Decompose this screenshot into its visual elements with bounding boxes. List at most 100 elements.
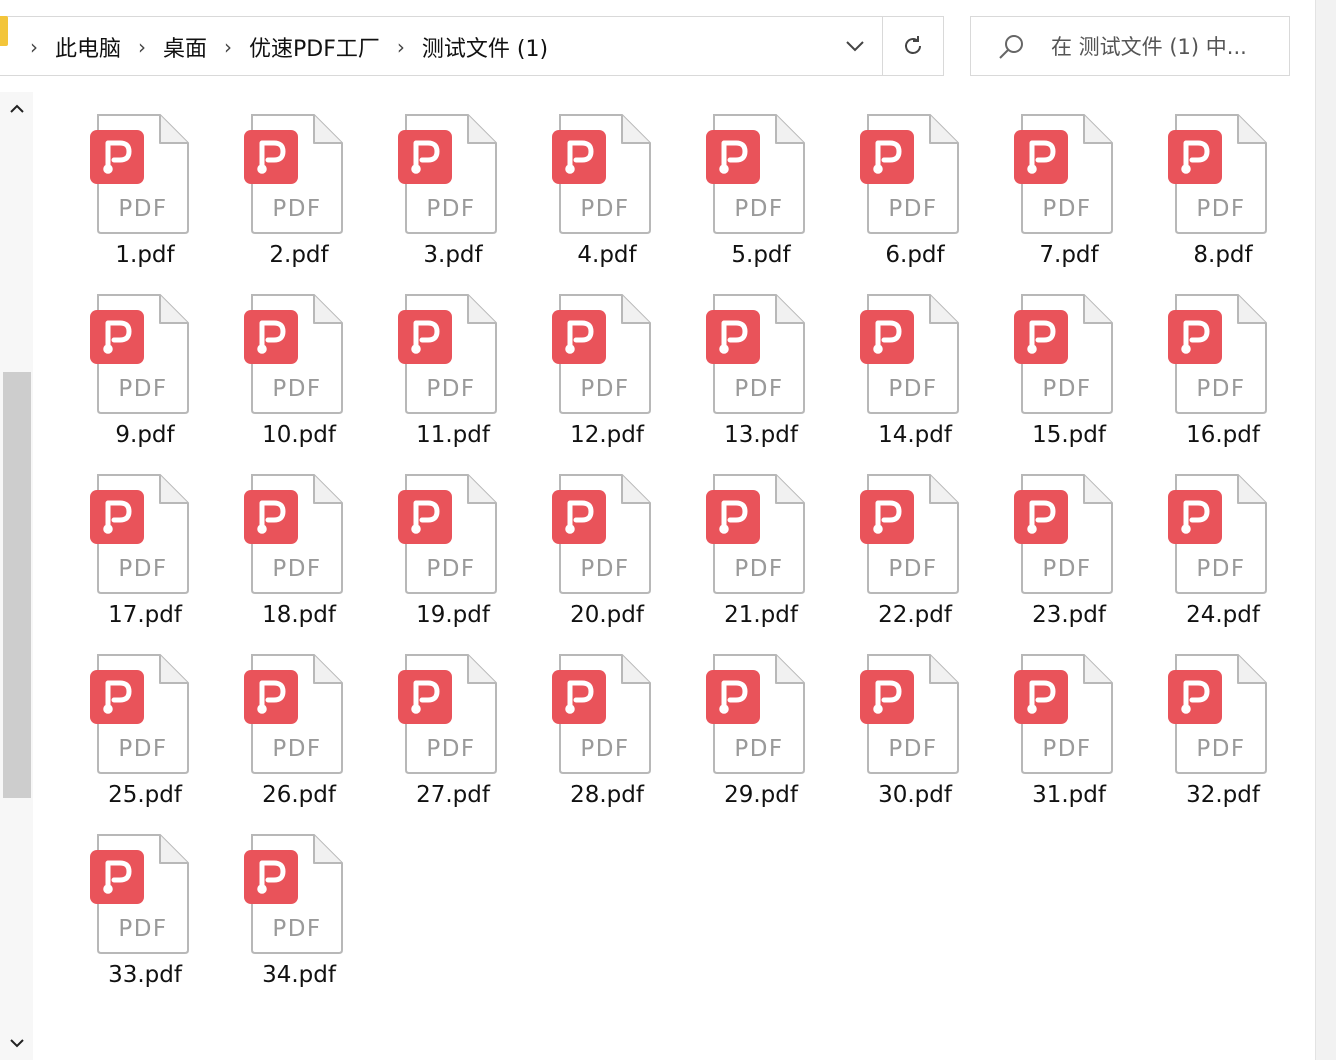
pdf-file-icon: PDF — [552, 294, 651, 414]
file-item-33[interactable]: PDF 33.pdf — [68, 828, 222, 1008]
file-item-25[interactable]: PDF 25.pdf — [68, 648, 222, 828]
file-item-10[interactable]: PDF 10.pdf — [222, 288, 376, 468]
file-item-5[interactable]: PDF 5.pdf — [684, 108, 838, 288]
file-item-13[interactable]: PDF 13.pdf — [684, 288, 838, 468]
pdf-file-icon: PDF — [860, 294, 959, 414]
pdf-badge-label: PDF — [118, 556, 167, 582]
pdf-badge-label: PDF — [1042, 376, 1091, 402]
file-item-8[interactable]: PDF 8.pdf — [1146, 108, 1300, 288]
file-item-22[interactable]: PDF 22.pdf — [838, 468, 992, 648]
pdf-file-icon: PDF — [552, 654, 651, 774]
file-name: 17.pdf — [108, 602, 182, 628]
file-item-6[interactable]: PDF 6.pdf — [838, 108, 992, 288]
scroll-up-button[interactable] — [0, 92, 33, 126]
pdf-badge-label: PDF — [426, 376, 475, 402]
file-item-23[interactable]: PDF 23.pdf — [992, 468, 1146, 648]
file-name: 13.pdf — [724, 422, 798, 448]
file-name: 11.pdf — [416, 422, 490, 448]
file-item-15[interactable]: PDF 15.pdf — [992, 288, 1146, 468]
file-name: 7.pdf — [1039, 242, 1099, 268]
address-history-dropdown-button[interactable] — [829, 17, 881, 75]
file-name: 3.pdf — [423, 242, 483, 268]
file-name: 33.pdf — [108, 962, 182, 988]
scroll-down-button[interactable] — [0, 1026, 33, 1060]
pdf-file-icon: PDF — [244, 474, 343, 594]
pdf-badge-label: PDF — [580, 196, 629, 222]
file-item-2[interactable]: PDF 2.pdf — [222, 108, 376, 288]
breadcrumb-test-folder[interactable]: 测试文件 (1) — [416, 31, 554, 63]
pdf-file-icon: PDF — [552, 114, 651, 234]
navigation-bar: › 此电脑 › 桌面 › 优速PDF工厂 › 测试文件 (1) 在 测试文件 ( — [0, 0, 1336, 92]
file-item-27[interactable]: PDF 27.pdf — [376, 648, 530, 828]
file-item-30[interactable]: PDF 30.pdf — [838, 648, 992, 828]
file-item-3[interactable]: PDF 3.pdf — [376, 108, 530, 288]
pdf-badge-label: PDF — [1196, 196, 1245, 222]
pdf-file-icon: PDF — [244, 654, 343, 774]
chevron-right-icon[interactable]: › — [19, 35, 49, 59]
pdf-badge-label: PDF — [734, 556, 783, 582]
pdf-file-icon: PDF — [1014, 114, 1113, 234]
pdf-badge-label: PDF — [118, 196, 167, 222]
file-item-21[interactable]: PDF 21.pdf — [684, 468, 838, 648]
chevron-right-icon[interactable]: › — [386, 35, 416, 59]
file-item-9[interactable]: PDF 9.pdf — [68, 288, 222, 468]
pdf-file-icon: PDF — [398, 294, 497, 414]
pdf-file-icon: PDF — [90, 474, 189, 594]
file-name: 12.pdf — [570, 422, 644, 448]
pdf-file-icon: PDF — [398, 114, 497, 234]
pdf-badge-label: PDF — [580, 376, 629, 402]
pdf-badge-label: PDF — [1196, 376, 1245, 402]
file-name: 6.pdf — [885, 242, 945, 268]
refresh-button[interactable] — [882, 17, 943, 75]
pdf-file-icon: PDF — [860, 474, 959, 594]
file-item-24[interactable]: PDF 24.pdf — [1146, 468, 1300, 648]
breadcrumb-this-pc[interactable]: 此电脑 — [49, 31, 127, 63]
file-name: 4.pdf — [577, 242, 637, 268]
file-name: 30.pdf — [878, 782, 952, 808]
pdf-file-icon: PDF — [244, 294, 343, 414]
file-item-20[interactable]: PDF 20.pdf — [530, 468, 684, 648]
file-item-11[interactable]: PDF 11.pdf — [376, 288, 530, 468]
vertical-scrollbar[interactable] — [0, 92, 33, 1060]
file-item-19[interactable]: PDF 19.pdf — [376, 468, 530, 648]
scrollbar-thumb[interactable] — [3, 372, 31, 798]
file-item-17[interactable]: PDF 17.pdf — [68, 468, 222, 648]
file-item-29[interactable]: PDF 29.pdf — [684, 648, 838, 828]
file-item-31[interactable]: PDF 31.pdf — [992, 648, 1146, 828]
file-name: 32.pdf — [1186, 782, 1260, 808]
pdf-badge-label: PDF — [272, 556, 321, 582]
file-item-18[interactable]: PDF 18.pdf — [222, 468, 376, 648]
file-item-16[interactable]: PDF 16.pdf — [1146, 288, 1300, 468]
breadcrumb-desktop[interactable]: 桌面 — [157, 31, 213, 63]
file-item-34[interactable]: PDF 34.pdf — [222, 828, 376, 1008]
pdf-file-icon: PDF — [244, 834, 343, 954]
pdf-badge-label: PDF — [734, 736, 783, 762]
chevron-right-icon[interactable]: › — [213, 35, 243, 59]
search-placeholder[interactable]: 在 测试文件 (1) 中... — [1051, 31, 1247, 61]
chevron-down-icon — [846, 41, 864, 52]
file-name: 26.pdf — [262, 782, 336, 808]
file-name: 29.pdf — [724, 782, 798, 808]
file-item-26[interactable]: PDF 26.pdf — [222, 648, 376, 828]
address-bar[interactable]: › 此电脑 › 桌面 › 优速PDF工厂 › 测试文件 (1) — [0, 16, 944, 76]
file-name: 10.pdf — [262, 422, 336, 448]
breadcrumb-app-folder[interactable]: 优速PDF工厂 — [243, 31, 386, 63]
file-item-14[interactable]: PDF 14.pdf — [838, 288, 992, 468]
scroll-up-icon — [9, 104, 24, 113]
file-name: 23.pdf — [1032, 602, 1106, 628]
chevron-right-icon[interactable]: › — [127, 35, 157, 59]
file-name: 24.pdf — [1186, 602, 1260, 628]
pdf-file-icon: PDF — [1168, 114, 1267, 234]
file-name: 25.pdf — [108, 782, 182, 808]
file-name: 20.pdf — [570, 602, 644, 628]
file-item-32[interactable]: PDF 32.pdf — [1146, 648, 1300, 828]
file-item-28[interactable]: PDF 28.pdf — [530, 648, 684, 828]
pdf-badge-label: PDF — [888, 376, 937, 402]
file-item-12[interactable]: PDF 12.pdf — [530, 288, 684, 468]
pdf-badge-label: PDF — [426, 736, 475, 762]
file-item-7[interactable]: PDF 7.pdf — [992, 108, 1146, 288]
pdf-file-icon: PDF — [706, 654, 805, 774]
file-item-1[interactable]: PDF 1.pdf — [68, 108, 222, 288]
file-item-4[interactable]: PDF 4.pdf — [530, 108, 684, 288]
search-box[interactable]: 在 测试文件 (1) 中... — [970, 16, 1290, 76]
